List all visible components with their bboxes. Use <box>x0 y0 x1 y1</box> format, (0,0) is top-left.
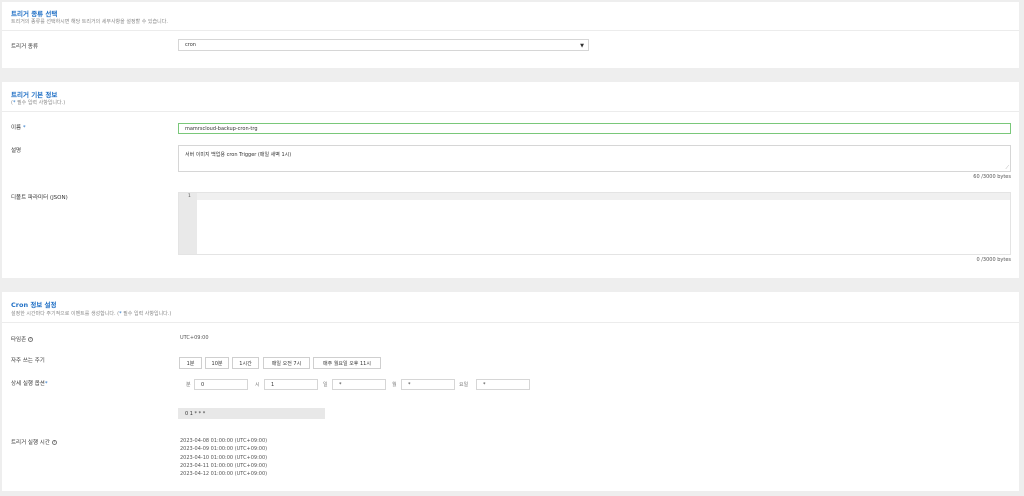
cron-expression-display: 0 1 * * * <box>178 408 325 419</box>
run-time-item: 2023-04-11 01:00:00 (UTC+09:00) <box>180 462 268 469</box>
caret-down-icon: ▼ <box>580 43 584 49</box>
minute-label: 분 <box>186 382 191 388</box>
description-textarea[interactable]: 서버 이미지 백업용 cron Trigger (매일 새벽 1시) ⟋ <box>178 145 1011 172</box>
detail-options-label: 상세 실행 옵션* <box>11 381 48 387</box>
line-number: 1 <box>188 194 191 199</box>
frequency-label: 자주 쓰는 주기 <box>11 358 45 364</box>
cron-header: Cron 정보 설정 설정한 시간마다 주기적으로 이벤트를 생성합니다. (*… <box>2 292 1019 323</box>
trigger-basic-info-section: 트리거 기본 정보 (* 필수 입력 사항입니다.) 이름 * mamrsclo… <box>2 82 1019 278</box>
timezone-value: UTC+09:00 <box>180 335 209 341</box>
basic-info-header: 트리거 기본 정보 (* 필수 입력 사항입니다.) <box>2 82 1019 112</box>
run-time-item: 2023-04-12 01:00:00 (UTC+09:00) <box>180 471 268 478</box>
params-byte-counter: 0 /3000 bytes <box>976 257 1011 263</box>
trigger-type-label: 트리거 종류 <box>11 44 39 50</box>
run-times-list: 2023-04-08 01:00:00 (UTC+09:00) 2023-04-… <box>180 437 267 478</box>
section-title: 트리거 기본 정보 <box>11 91 58 99</box>
name-input[interactable]: mamrscloud-backup-cron-trg <box>178 123 1011 134</box>
trigger-type-select[interactable]: cron ▼ <box>178 39 589 51</box>
default-params-label: 디폴트 파라미터 (JSON) <box>11 195 68 201</box>
section-title: Cron 정보 설정 <box>11 301 57 309</box>
weekday-input[interactable]: * <box>476 379 530 390</box>
hour-label: 시 <box>255 382 260 388</box>
description-label: 설명 <box>11 148 22 154</box>
trigger-type-section: 트리거 종류 선택 트리거의 종류를 선택하시면 해당 트리거의 세부사항을 설… <box>2 2 1019 68</box>
month-input[interactable]: * <box>401 379 455 390</box>
editor-active-line <box>197 193 1010 200</box>
help-circle-icon[interactable]: ? <box>28 337 34 342</box>
cron-settings-section: Cron 정보 설정 설정한 시간마다 주기적으로 이벤트를 생성합니다. (*… <box>2 292 1019 491</box>
run-times-label: 트리거 실행 시간? <box>11 440 57 446</box>
description-byte-counter: 60 /3000 bytes <box>973 174 1011 180</box>
resize-handle-icon[interactable]: ⟋ <box>1005 165 1009 171</box>
editor-gutter <box>179 193 197 254</box>
run-time-item: 2023-04-08 01:00:00 (UTC+09:00) <box>180 438 268 444</box>
trigger-type-header: 트리거 종류 선택 트리거의 종류를 선택하시면 해당 트리거의 세부사항을 설… <box>2 2 1019 31</box>
freq-1min-button[interactable]: 1분 <box>179 357 202 369</box>
run-time-item: 2023-04-09 01:00:00 (UTC+09:00) <box>180 446 268 453</box>
trigger-type-value: cron <box>185 42 196 48</box>
freq-weekly-mon-11pm-button[interactable]: 매주 월요일 오후 11시 <box>313 357 381 369</box>
default-params-editor[interactable]: 1 <box>178 192 1011 255</box>
section-title: 트리거 종류 선택 <box>11 10 58 18</box>
freq-daily-7am-button[interactable]: 매일 오전 7시 <box>263 357 310 369</box>
day-input[interactable]: * <box>332 379 386 390</box>
freq-10min-button[interactable]: 10분 <box>205 357 229 369</box>
section-subtitle: 설정한 시간마다 주기적으로 이벤트를 생성합니다. (* 필수 입력 사항입니… <box>11 311 172 317</box>
timezone-label: 타임존? <box>11 337 34 343</box>
month-label: 월 <box>392 382 397 388</box>
name-label: 이름 * <box>11 125 26 131</box>
name-value: mamrscloud-backup-cron-trg <box>185 125 258 132</box>
run-time-item: 2023-04-10 01:00:00 (UTC+09:00) <box>180 454 268 461</box>
weekday-label: 요일 <box>459 382 469 388</box>
section-subtitle: (* 필수 입력 사항입니다.) <box>11 100 66 106</box>
minute-input[interactable]: 0 <box>194 379 248 390</box>
freq-1hour-button[interactable]: 1시간 <box>232 357 259 369</box>
description-value: 서버 이미지 백업용 cron Trigger (매일 새벽 1시) <box>185 152 292 158</box>
help-circle-icon[interactable]: ? <box>51 440 57 445</box>
day-label: 일 <box>323 382 328 388</box>
hour-input[interactable]: 1 <box>264 379 318 390</box>
section-subtitle: 트리거의 종류를 선택하시면 해당 트리거의 세부사항을 설정할 수 있습니다. <box>11 19 168 25</box>
